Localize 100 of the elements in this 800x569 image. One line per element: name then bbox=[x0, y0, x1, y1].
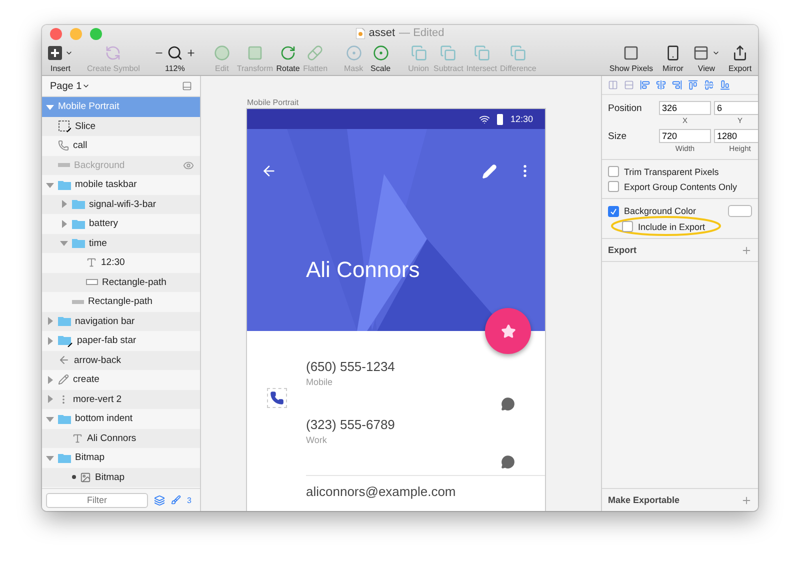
contact-name: Ali Connors bbox=[306, 257, 420, 283]
layer-row[interactable]: signal-wifi-3-bar bbox=[42, 194, 200, 214]
disclosure-triangle-icon[interactable] bbox=[46, 395, 54, 404]
layer-name: Background bbox=[74, 160, 126, 171]
rectangle-icon bbox=[86, 279, 98, 286]
disclosure-triangle-icon[interactable] bbox=[46, 317, 54, 326]
refresh-icon bbox=[105, 44, 122, 60]
collapse-icon[interactable] bbox=[182, 81, 192, 91]
layer-row[interactable]: Bitmap bbox=[42, 468, 200, 487]
checkbox[interactable] bbox=[622, 221, 633, 232]
window-title: asset bbox=[368, 27, 396, 39]
disclosure-triangle-icon[interactable] bbox=[46, 336, 54, 345]
align-middle-icon[interactable] bbox=[704, 80, 714, 90]
number-field[interactable]: 720 bbox=[659, 129, 711, 143]
toolbar-button[interactable]: Insert bbox=[48, 44, 73, 72]
number-field[interactable]: 6 bbox=[714, 101, 758, 115]
align-left-icon[interactable] bbox=[640, 80, 650, 90]
phone-icon bbox=[58, 140, 69, 152]
toolbar-button[interactable]: Scale bbox=[368, 44, 393, 72]
phone-label: Mobile bbox=[306, 377, 334, 387]
layer-name: mobile taskbar bbox=[75, 179, 138, 190]
checkbox[interactable] bbox=[608, 181, 619, 192]
battery-icon bbox=[497, 114, 504, 124]
toolbar-button[interactable]: View bbox=[693, 44, 720, 72]
folder-icon bbox=[72, 218, 85, 229]
add-icon[interactable] bbox=[741, 494, 752, 506]
smartphone-icon bbox=[665, 44, 681, 60]
folder-icon bbox=[58, 414, 71, 424]
pencil-icon[interactable] bbox=[482, 164, 497, 178]
toolbar-button[interactable]: 112% bbox=[154, 44, 196, 72]
window-icon bbox=[693, 44, 709, 60]
layer-name: Ali Connors bbox=[87, 432, 138, 444]
disclosure-triangle-icon[interactable] bbox=[46, 102, 54, 111]
disclosure-triangle-icon[interactable] bbox=[60, 239, 68, 248]
overlap-squares-icon bbox=[510, 44, 526, 60]
add-icon[interactable] bbox=[741, 244, 752, 256]
layer-name: Bitmap bbox=[75, 452, 106, 464]
layer-name: Mobile Portrait bbox=[58, 101, 120, 112]
favorite-button[interactable] bbox=[485, 308, 531, 354]
layer-row[interactable]: arrow-back bbox=[42, 350, 200, 370]
layer-name: navigation bar bbox=[75, 316, 136, 327]
pencil-icon bbox=[58, 374, 69, 386]
layers-icon[interactable] bbox=[154, 494, 165, 506]
chat-icon[interactable] bbox=[501, 455, 515, 469]
number-field[interactable]: 326 bbox=[659, 101, 711, 115]
disclosure-triangle-icon[interactable] bbox=[60, 220, 68, 228]
distribute-icon[interactable] bbox=[624, 80, 634, 90]
disclosure-triangle-icon[interactable] bbox=[46, 376, 54, 384]
align-right-icon[interactable] bbox=[672, 80, 682, 90]
layer-name: battery bbox=[89, 218, 120, 230]
toolbar-button[interactable]: Show Pixels bbox=[609, 44, 653, 72]
line-shape-icon bbox=[58, 163, 70, 168]
layer-name: Bitmap bbox=[95, 472, 126, 483]
page-selector[interactable]: Page 1 bbox=[50, 80, 90, 92]
align-bottom-icon[interactable] bbox=[720, 80, 730, 90]
toolbar-button[interactable]: Mirror bbox=[661, 44, 685, 72]
disclosure-triangle-icon[interactable] bbox=[46, 180, 54, 189]
disclosure-triangle-icon[interactable] bbox=[60, 200, 68, 208]
layer-name: time bbox=[89, 238, 108, 249]
circle-dot-icon bbox=[346, 44, 362, 60]
layer-row[interactable]: more-vert 2 bbox=[42, 390, 200, 409]
toolbar-button[interactable]: Rotate bbox=[276, 44, 300, 72]
zoom-button[interactable] bbox=[90, 28, 102, 40]
back-arrow-icon[interactable] bbox=[261, 163, 277, 179]
color-swatch[interactable] bbox=[728, 205, 752, 217]
folder-icon bbox=[58, 180, 71, 190]
layer-row[interactable]: time bbox=[42, 234, 200, 253]
layer-count: 3 bbox=[187, 496, 192, 504]
rotate-icon bbox=[280, 44, 296, 60]
checkbox[interactable] bbox=[608, 166, 619, 177]
layer-name: create bbox=[73, 374, 100, 386]
folder-icon bbox=[72, 238, 85, 248]
disclosure-triangle-icon[interactable] bbox=[46, 454, 54, 462]
layer-row[interactable]: navigation bar bbox=[42, 312, 200, 331]
toolbar-button[interactable]: Export bbox=[728, 44, 752, 72]
close-button[interactable] bbox=[50, 28, 62, 40]
disclosure-triangle-icon[interactable] bbox=[46, 414, 54, 423]
chat-icon[interactable] bbox=[501, 397, 515, 411]
brush-icon[interactable] bbox=[171, 495, 181, 505]
layer-name: paper-fab star bbox=[77, 335, 138, 346]
artboard[interactable]: 12:30 Ali Connors (650) 555-1234 Mobile (323) 555-6789 Work aliconnors@example.com bbox=[247, 109, 545, 511]
distribute-icon[interactable] bbox=[608, 80, 618, 90]
filter-field[interactable]: Filter bbox=[46, 492, 148, 508]
align-center-icon[interactable] bbox=[656, 80, 666, 90]
layer-row[interactable]: Ali Connors bbox=[42, 428, 200, 448]
overlap-squares-icon bbox=[474, 44, 490, 60]
folder-icon bbox=[58, 334, 73, 347]
square-icon bbox=[247, 44, 263, 60]
align-top-icon[interactable] bbox=[688, 80, 698, 90]
eye-icon[interactable] bbox=[183, 160, 194, 171]
text-layer-icon bbox=[86, 257, 97, 268]
checkbox[interactable] bbox=[608, 206, 619, 216]
layer-row[interactable]: Rectangle-path bbox=[42, 272, 200, 292]
layer-row[interactable]: Slice bbox=[42, 116, 200, 136]
artboard-label: Mobile Portrait bbox=[247, 98, 300, 109]
minimize-button[interactable] bbox=[70, 28, 82, 40]
number-field[interactable]: 1280 bbox=[714, 129, 758, 143]
layer-name: Slice bbox=[75, 120, 97, 132]
checkbox-label: Export Group Contents Only bbox=[624, 182, 738, 192]
line-shape-icon bbox=[72, 300, 84, 304]
